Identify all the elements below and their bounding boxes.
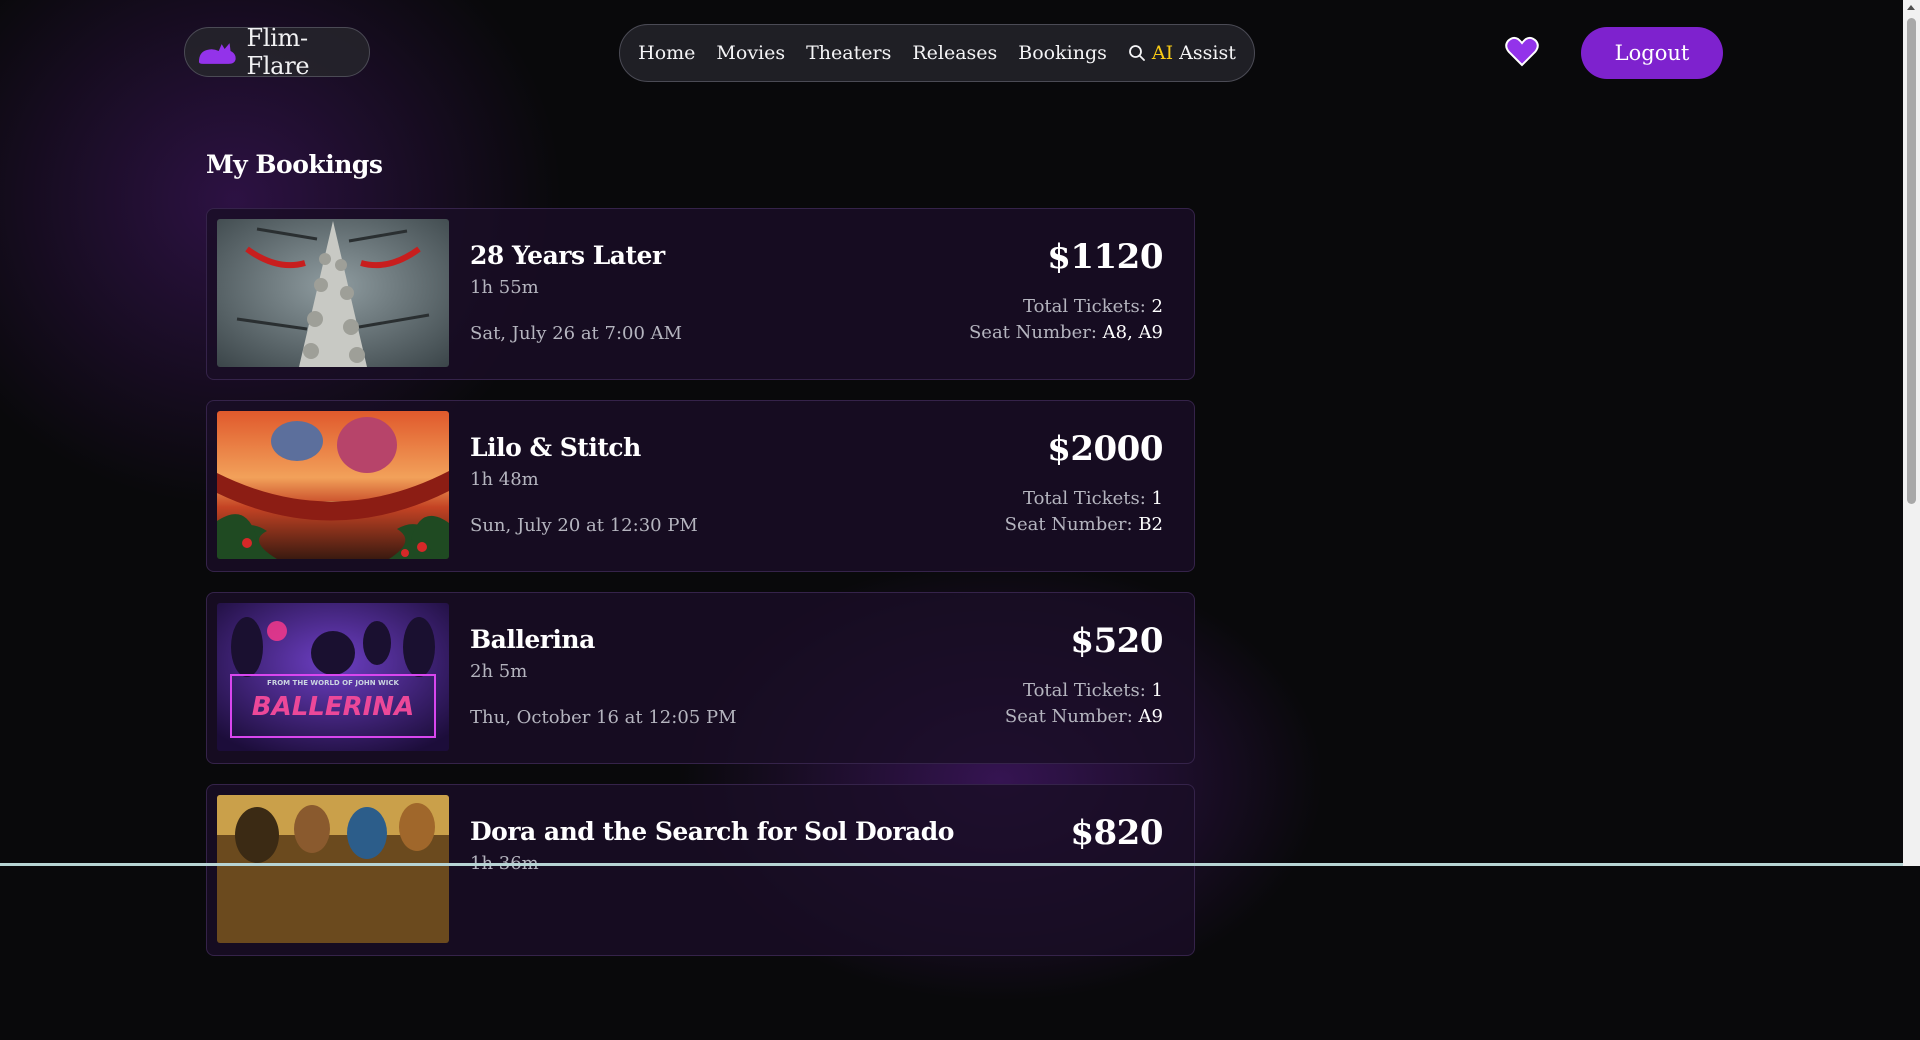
tickets-value: 1	[1151, 680, 1163, 701]
bookings-list: 28 Years Later 1h 55m Sat, July 26 at 7:…	[206, 208, 1195, 976]
seats-value: A9	[1138, 706, 1163, 727]
brand-name: Flim-Flare	[246, 24, 310, 80]
seats-label: Seat Number:	[968, 322, 1097, 343]
movie-title: Ballerina	[470, 625, 595, 654]
seat-number: Seat Number: A9	[1005, 706, 1163, 727]
search-icon	[1128, 45, 1145, 61]
movie-poster	[217, 411, 449, 559]
nav-ai-assist[interactable]: AI Assist	[1128, 42, 1236, 64]
nav-bookings[interactable]: Bookings	[1018, 42, 1107, 64]
booking-price: $820	[1070, 813, 1163, 853]
showtime: Sun, July 20 at 12:30 PM	[470, 515, 698, 536]
movie-duration: 2h 5m	[470, 661, 528, 682]
movie-poster	[217, 795, 449, 943]
scrollbar-thumb[interactable]	[1907, 18, 1916, 504]
booking-card[interactable]: Lilo & Stitch 1h 48m Sun, July 20 at 12:…	[206, 400, 1195, 572]
seat-number: Seat Number: B2	[1005, 514, 1163, 535]
cat-icon	[198, 43, 236, 64]
booking-card[interactable]: FROM THE WORLD OF JOHN WICK BALLERINA Ba…	[206, 592, 1195, 764]
movie-duration: 1h 48m	[470, 469, 539, 490]
booking-price: $2000	[1047, 429, 1163, 469]
seats-value: B2	[1138, 514, 1163, 535]
movie-title: 28 Years Later	[470, 241, 665, 270]
booking-card[interactable]: 28 Years Later 1h 55m Sat, July 26 at 7:…	[206, 208, 1195, 380]
tickets-label: Total Tickets:	[1022, 488, 1146, 509]
ai-assist-label: Assist	[1179, 42, 1236, 64]
main-nav: Home Movies Theaters Releases Bookings A…	[619, 24, 1255, 82]
tickets-label: Total Tickets:	[1022, 296, 1146, 317]
movie-title: Dora and the Search for Sol Dorado	[470, 817, 954, 846]
heart-icon[interactable]	[1505, 36, 1539, 68]
nav-home[interactable]: Home	[638, 42, 695, 64]
tickets-value: 1	[1151, 488, 1163, 509]
movie-poster: FROM THE WORLD OF JOHN WICK BALLERINA	[217, 603, 449, 751]
total-tickets: Total Tickets: 1	[1023, 680, 1163, 701]
logout-button[interactable]: Logout	[1581, 27, 1723, 79]
poster-title: BALLERINA	[252, 692, 414, 722]
showtime: Thu, October 16 at 12:05 PM	[470, 707, 737, 728]
movie-poster	[217, 219, 449, 367]
poster-tagline: FROM THE WORLD OF JOHN WICK	[267, 679, 399, 687]
movie-duration: 1h 55m	[470, 277, 539, 298]
seats-label: Seat Number:	[1004, 706, 1133, 727]
seat-number: Seat Number: A8, A9	[969, 322, 1163, 343]
brand-logo[interactable]: Flim-Flare	[184, 24, 370, 80]
booking-price: $1120	[1047, 237, 1163, 277]
movie-title: Lilo & Stitch	[470, 433, 641, 462]
page-scrollbar[interactable]	[1903, 0, 1920, 866]
seats-label: Seat Number:	[1004, 514, 1133, 535]
tickets-label: Total Tickets:	[1022, 680, 1146, 701]
booking-card[interactable]: Dora and the Search for Sol Dorado 1h 36…	[206, 784, 1195, 956]
nav-releases[interactable]: Releases	[912, 42, 997, 64]
total-tickets: Total Tickets: 1	[1023, 488, 1163, 509]
page-title: My Bookings	[206, 150, 383, 179]
nav-movies[interactable]: Movies	[716, 42, 785, 64]
scroll-up-arrow-icon[interactable]	[1907, 5, 1915, 10]
seats-value: A8, A9	[1102, 322, 1163, 343]
total-tickets: Total Tickets: 2	[1023, 296, 1163, 317]
nav-theaters[interactable]: Theaters	[806, 42, 891, 64]
ai-highlight: AI	[1151, 42, 1174, 64]
showtime: Sat, July 26 at 7:00 AM	[470, 323, 683, 344]
booking-price: $520	[1070, 621, 1163, 661]
tickets-value: 2	[1151, 296, 1163, 317]
